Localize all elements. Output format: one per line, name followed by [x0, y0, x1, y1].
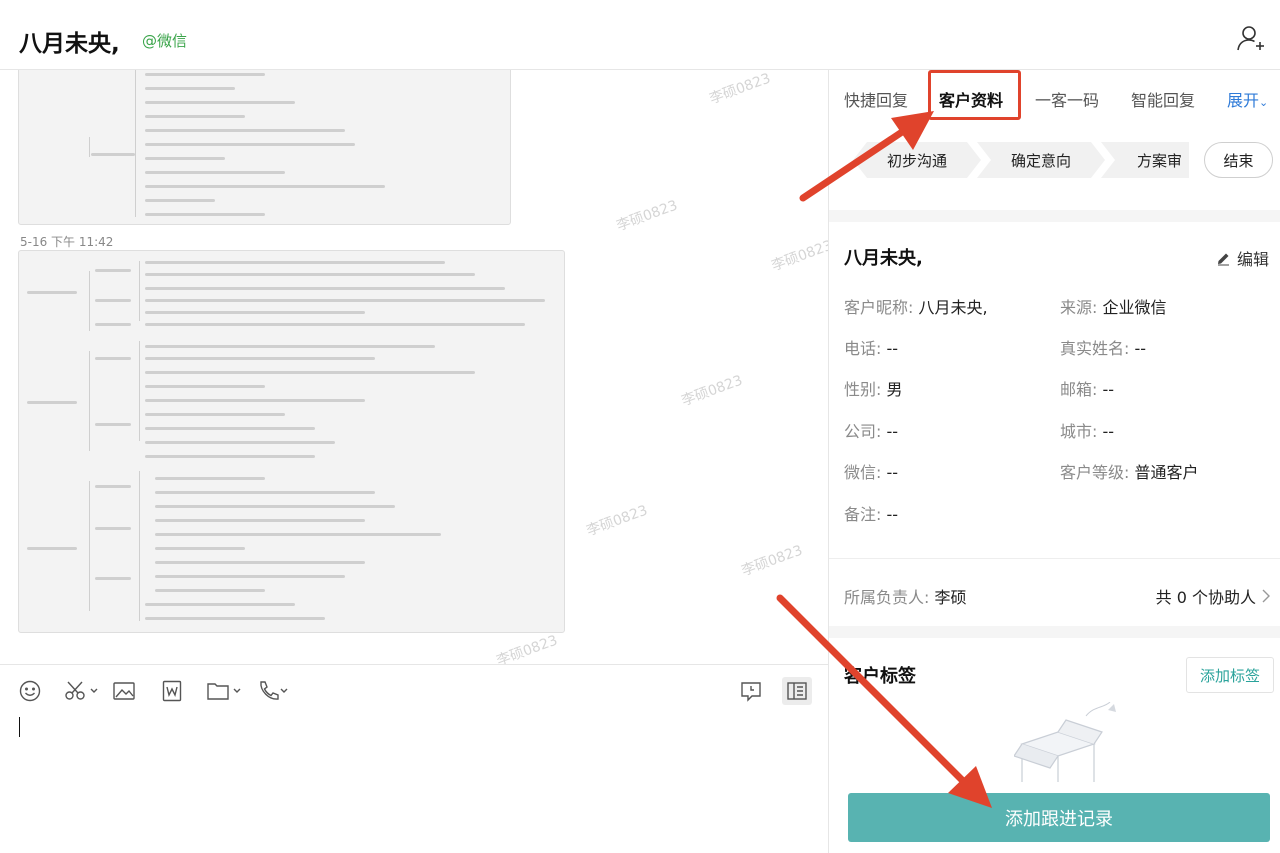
assistants-count: 共 0 个协助人: [1155, 588, 1256, 607]
sales-stage-bar: 初步沟通 确定意向 方案审 结束: [829, 122, 1280, 208]
chat-header: 八月未央, @微信: [0, 0, 1280, 70]
annotation-highlight-box: [928, 70, 1021, 120]
watermark: 李硕0823: [739, 542, 805, 580]
image-message[interactable]: [18, 70, 511, 225]
field-wechat: 微信: --: [844, 463, 899, 482]
watermark: 李硕0823: [584, 502, 650, 540]
emoji-icon[interactable]: [19, 679, 41, 703]
customer-name: 八月未央,: [844, 248, 923, 269]
tab-one-customer-code[interactable]: 一客一码: [1035, 87, 1099, 111]
empty-box-icon: [1014, 702, 1116, 782]
field-company: 公司: --: [844, 422, 899, 441]
section-divider: [829, 210, 1280, 222]
chat-message-area[interactable]: 5-16 下午 11:42 李硕0823 李硕0823 李硕0823 李硕082…: [0, 70, 828, 664]
field-real-name: 真实姓名: --: [1060, 339, 1147, 358]
watermark: 李硕0823: [769, 237, 828, 275]
image-message[interactable]: [18, 250, 565, 633]
end-stage-button[interactable]: 结束: [1204, 142, 1273, 178]
tab-smart-reply[interactable]: 智能回复: [1131, 87, 1195, 111]
contact-name: 八月未央,: [19, 31, 120, 57]
watermark: 李硕0823: [679, 372, 745, 410]
sidebar-toggle-icon[interactable]: [782, 677, 812, 705]
watermark: 李硕0823: [494, 632, 560, 664]
pencil-icon: [1218, 253, 1229, 265]
panel-tabs: 快捷回复 客户资料 一客一码 智能回复 展开⌄: [829, 70, 1280, 122]
section-divider: [829, 626, 1280, 638]
add-tag-button[interactable]: 添加标签: [1186, 657, 1274, 693]
field-city: 城市: --: [1060, 422, 1115, 441]
message-input-area[interactable]: [0, 664, 828, 853]
owner-value: 李硕: [934, 588, 967, 607]
source-badge: @微信: [142, 32, 188, 50]
image-icon[interactable]: [113, 679, 135, 703]
assistants-link[interactable]: 共 0 个协助人: [1156, 584, 1271, 608]
message-timestamp: 5-16 下午 11:42: [20, 235, 114, 249]
stage-item[interactable]: 方案审: [1101, 142, 1189, 178]
watermark: 李硕0823: [614, 197, 680, 235]
screenshot-icon[interactable]: [64, 679, 98, 703]
phone-icon[interactable]: [257, 679, 289, 703]
expand-tabs-button[interactable]: 展开⌄: [1227, 87, 1268, 111]
edit-label: 编辑: [1237, 250, 1270, 269]
field-nickname: 客户昵称: 八月未央,: [844, 298, 988, 317]
stage-item[interactable]: 初步沟通: [853, 142, 981, 178]
customer-info-section: 八月未央, 编辑 客户昵称: 八月未央, 来源: 企业微信 电话: -- 真实姓…: [829, 222, 1280, 558]
tags-title: 客户标签: [844, 666, 916, 687]
tab-quick-reply[interactable]: 快捷回复: [844, 87, 908, 111]
field-customer-level: 客户等级: 普通客户: [1060, 463, 1199, 482]
chevron-down-icon: ⌄: [1259, 96, 1269, 109]
chat-history-icon[interactable]: [740, 679, 762, 703]
word-file-icon[interactable]: [162, 679, 182, 703]
add-user-icon[interactable]: [1237, 25, 1265, 51]
stage-item[interactable]: 确定意向: [977, 142, 1105, 178]
owner-label: 所属负责人: 李硕: [844, 588, 967, 607]
folder-icon[interactable]: [207, 679, 243, 703]
app-window: 八月未央, @微信 5-16 下午 11:42 李硕0823 李硕0823 李硕…: [0, 0, 1280, 853]
owner-section[interactable]: 所属负责人: 李硕 共 0 个协助人: [829, 558, 1280, 628]
field-remark: 备注: --: [844, 505, 899, 524]
text-cursor: [19, 717, 20, 737]
field-gender: 性别: 男: [844, 380, 903, 399]
chevron-right-icon: [1262, 589, 1270, 603]
edit-button[interactable]: 编辑: [1216, 246, 1269, 270]
expand-label: 展开: [1227, 91, 1260, 110]
stage-track: 初步沟通 确定意向 方案审: [853, 142, 1189, 178]
customer-panel: 快捷回复 客户资料 一客一码 智能回复 展开⌄ 初步沟通 确定意向 方案审 结束…: [828, 70, 1280, 853]
watermark: 李硕0823: [707, 70, 773, 108]
add-followup-button[interactable]: 添加跟进记录: [848, 793, 1270, 842]
field-phone: 电话: --: [844, 339, 899, 358]
field-source: 来源: 企业微信: [1060, 298, 1167, 317]
field-email: 邮箱: --: [1060, 380, 1115, 399]
